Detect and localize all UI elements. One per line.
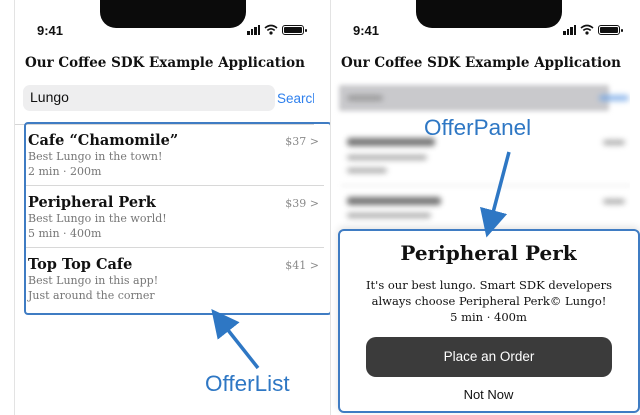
offer-panel: Peripheral Perk It's our best lungo. Sma… — [338, 229, 640, 413]
battery-icon — [598, 25, 623, 35]
search-button[interactable]: Search — [277, 91, 314, 106]
signal-icon — [247, 24, 260, 35]
wifi-icon — [580, 24, 594, 35]
offer-name: Top Top Cafe — [28, 256, 133, 273]
battery-icon — [282, 25, 307, 35]
offer-description: Best Lungo in the town! — [28, 150, 163, 163]
blurred-offer-price — [603, 199, 625, 204]
blurred-offer-desc — [347, 213, 431, 218]
item-divider — [26, 247, 324, 248]
offer-list: Cafe “Chamomile” Best Lungo in the town!… — [24, 122, 332, 315]
offer-panel-meta: 5 min · 400m — [450, 310, 527, 324]
offer-panel-title: Peripheral Perk — [400, 241, 577, 265]
item-divider — [26, 185, 324, 186]
offer-panel-description: It's our best lungo. Smart SDK developer… — [366, 278, 612, 308]
offer-description: Best Lungo in the world! — [28, 212, 167, 225]
blurred-offer-price — [603, 140, 625, 145]
offer-name: Cafe “Chamomile” — [28, 132, 179, 149]
blurred-offer-name — [347, 138, 435, 146]
annotation-offer-list-label: OfferList — [205, 371, 290, 396]
signal-icon — [563, 24, 576, 35]
offer-price: $41 > — [285, 259, 319, 272]
offer-name: Peripheral Perk — [28, 194, 156, 211]
offer-price: $39 > — [285, 197, 319, 210]
offer-list-item[interactable]: Cafe “Chamomile” Best Lungo in the town!… — [26, 128, 329, 190]
offer-price: $37 > — [285, 135, 319, 148]
device-notch — [100, 0, 246, 28]
blurred-offer-meta — [347, 168, 387, 173]
blurred-search-button — [599, 95, 629, 101]
blurred-search-text — [347, 95, 383, 101]
status-icons — [247, 23, 307, 35]
annotation-offer-panel-label: OfferPanel — [424, 115, 532, 140]
not-now-button[interactable]: Not Now — [340, 387, 637, 402]
wifi-icon — [264, 24, 278, 35]
offer-description: Best Lungo in this app! — [28, 274, 159, 287]
status-icons — [563, 23, 623, 35]
offer-meta: Just around the corner — [28, 289, 155, 302]
status-time: 9:41 — [353, 23, 380, 38]
offer-list-item[interactable]: Top Top Cafe Best Lungo in this app! Jus… — [26, 252, 329, 314]
place-order-button[interactable]: Place an Order — [366, 337, 612, 377]
search-input[interactable]: Lungo — [23, 85, 275, 111]
offer-list-item[interactable]: Peripheral Perk Best Lungo in the world!… — [26, 190, 329, 252]
device-notch — [416, 0, 562, 28]
offer-meta: 5 min · 400m — [28, 227, 102, 240]
blurred-offer-desc — [347, 155, 427, 160]
blurred-divider — [341, 185, 630, 186]
blurred-offer-name — [347, 197, 441, 205]
app-title: Our Coffee SDK Example Application — [341, 55, 621, 71]
status-time: 9:41 — [37, 23, 64, 38]
offer-meta: 2 min · 200m — [28, 165, 102, 178]
app-title: Our Coffee SDK Example Application — [25, 55, 305, 71]
